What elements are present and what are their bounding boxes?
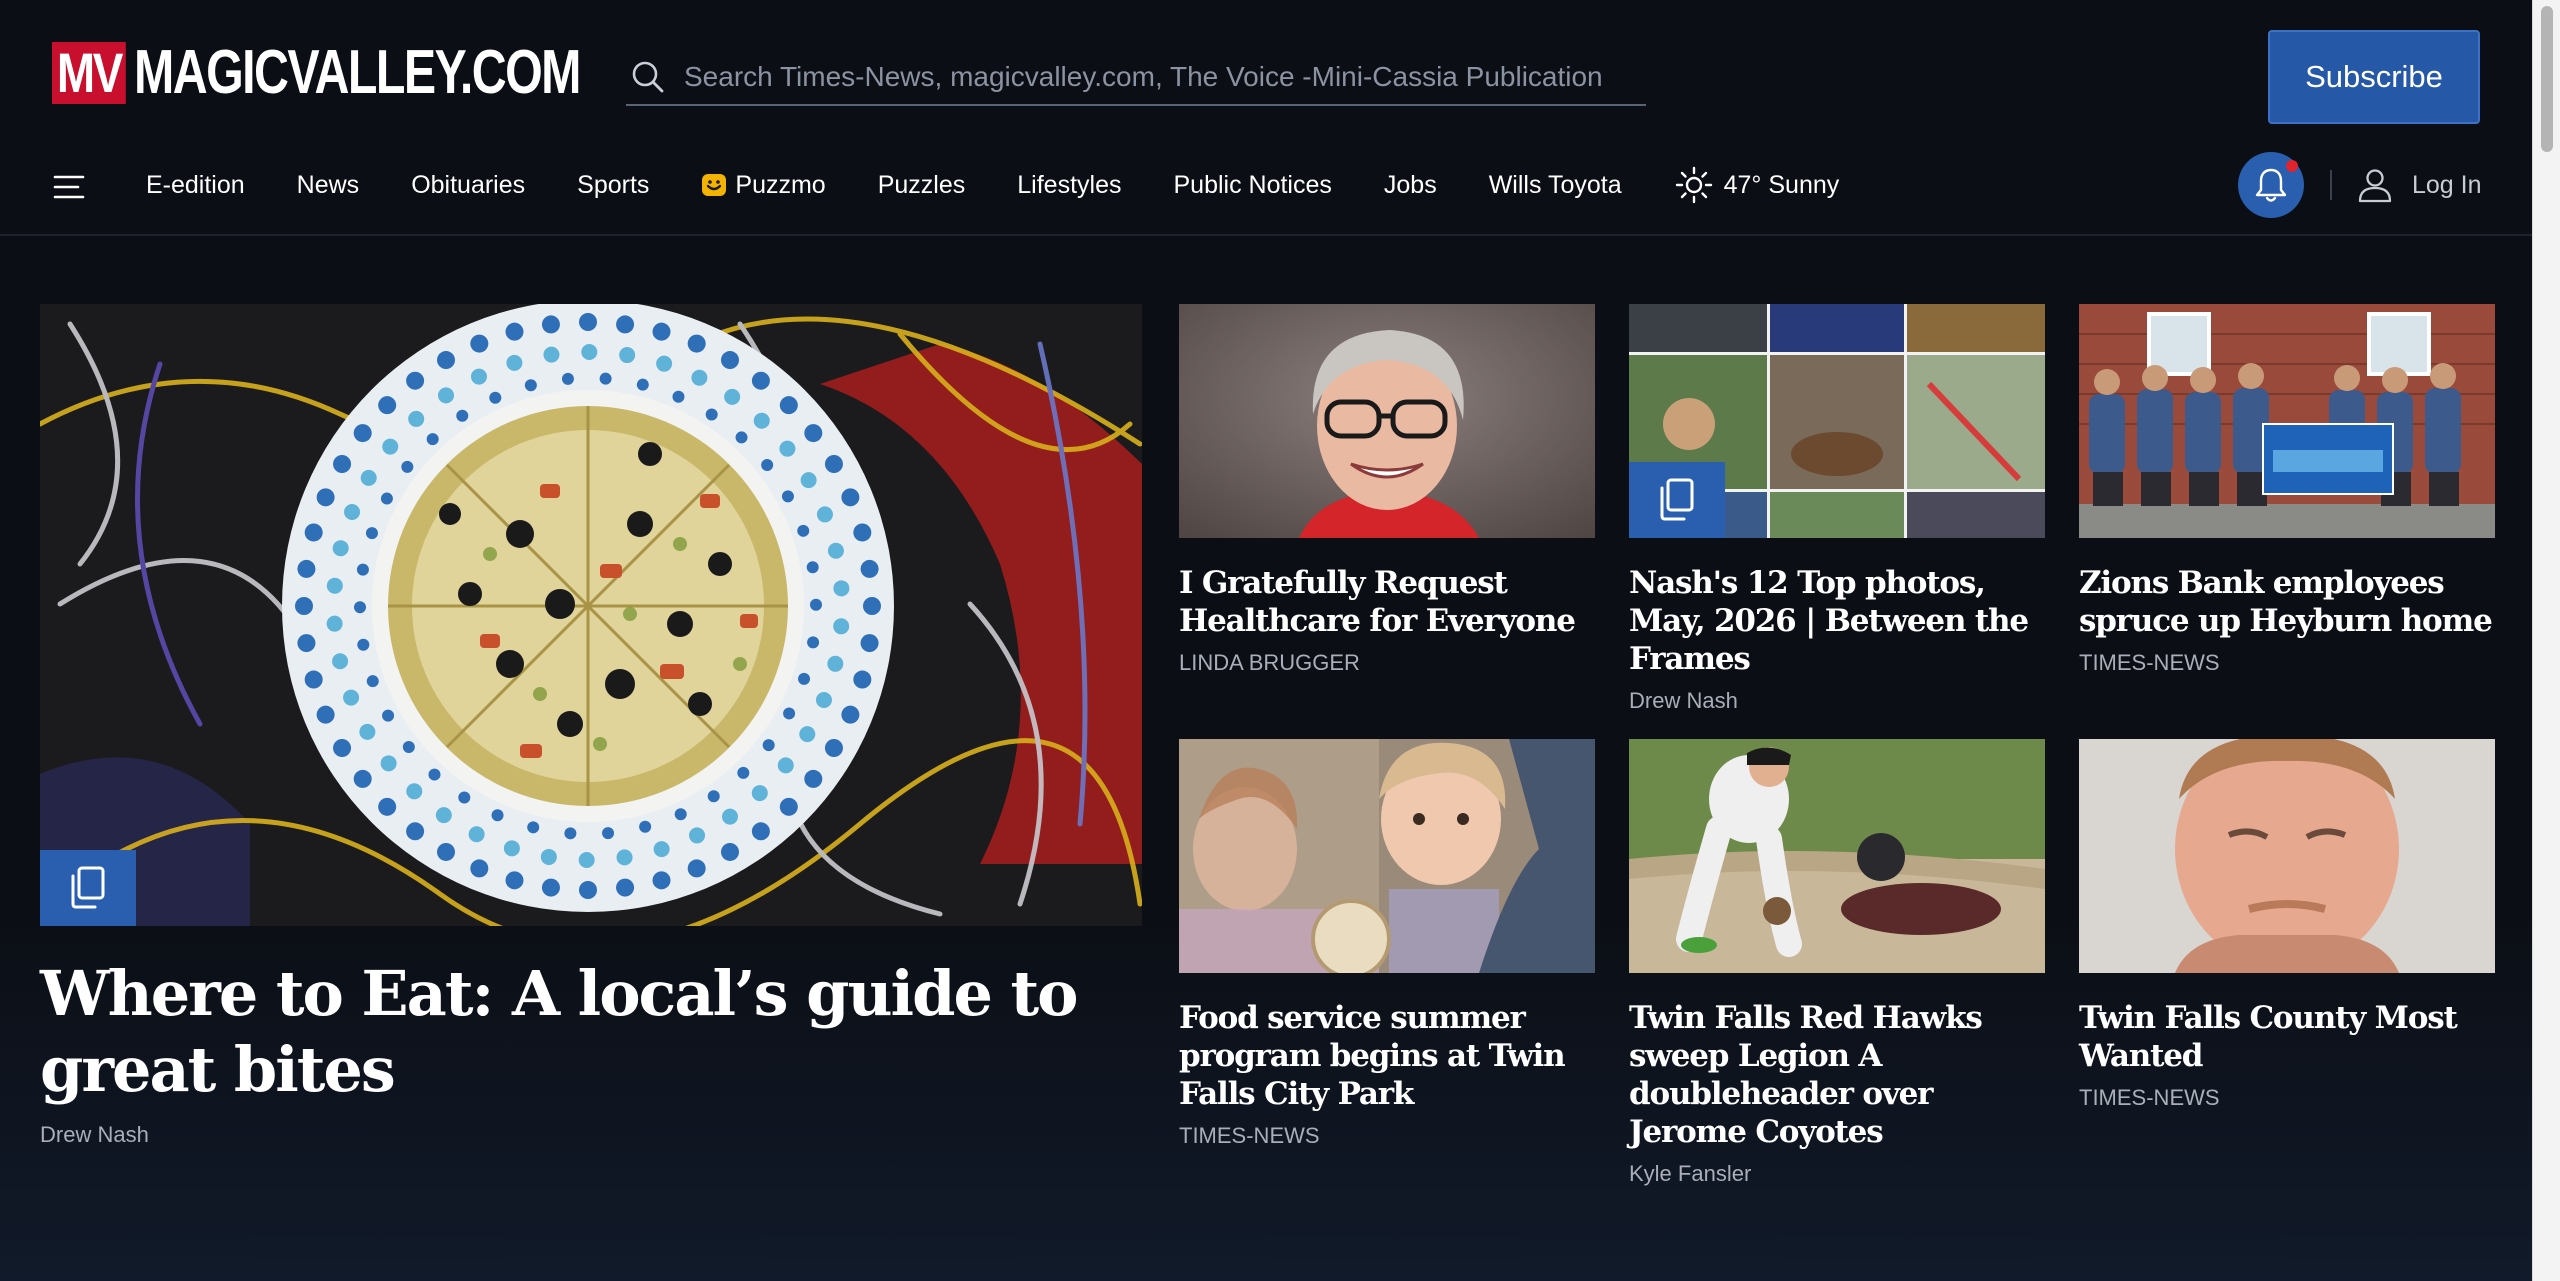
story-card-headline[interactable]: I Gratefully Request Healthcare for Ever…: [1179, 564, 1595, 640]
portrait-woman-photo: [1179, 304, 1595, 538]
story-card-headline[interactable]: Twin Falls County Most Wanted: [2079, 999, 2495, 1075]
search-input[interactable]: [668, 52, 1646, 102]
nav-item-obituaries[interactable]: Obituaries: [411, 171, 525, 200]
mugshot-photo: [2079, 739, 2495, 973]
hamburger-menu-icon[interactable]: [52, 170, 86, 204]
nav-item-news[interactable]: News: [297, 171, 360, 200]
story-card-image[interactable]: [2079, 739, 2495, 973]
story-card: Twin Falls Red Hawks sweep Legion A doub…: [1629, 739, 2045, 1187]
lead-story-byline: Drew Nash: [40, 1122, 149, 1147]
story-card: I Gratefully Request Healthcare for Ever…: [1179, 304, 1595, 676]
subscribe-button[interactable]: Subscribe: [2268, 30, 2480, 124]
nav-item-sports[interactable]: Sports: [577, 171, 649, 200]
story-card-byline: LINDA BRUGGER: [1179, 650, 1360, 675]
lead-story-image[interactable]: [40, 304, 1142, 926]
story-card: Nash's 12 Top photos, May, 2026 | Betwee…: [1629, 304, 2045, 714]
nav-divider: [2330, 170, 2332, 200]
gallery-badge: [40, 850, 136, 926]
children-photo: [1179, 739, 1595, 973]
bell-icon: [2255, 168, 2287, 202]
main-nav: E-edition News Obituaries Sports Puzzmo …: [0, 148, 2532, 236]
site-logo[interactable]: MV MAGICVALLEY.COM: [52, 40, 706, 106]
gallery-icon: [71, 866, 105, 909]
story-card-headline[interactable]: Nash's 12 Top photos, May, 2026 | Betwee…: [1629, 564, 2045, 678]
sun-icon: [1675, 166, 1712, 204]
logo-mark: MV: [52, 42, 126, 104]
notifications-button[interactable]: [2238, 152, 2304, 218]
story-card-image[interactable]: [1629, 304, 2045, 538]
login-label: Log In: [2412, 170, 2482, 199]
notification-dot: [2286, 160, 2298, 172]
search-icon[interactable]: [628, 57, 668, 97]
gallery-icon: [1660, 478, 1694, 521]
story-card: Food service summer program begins at Tw…: [1179, 739, 1595, 1149]
weather-text: 47° Sunny: [1723, 170, 1840, 199]
story-card-image[interactable]: [1179, 304, 1595, 538]
story-card-image[interactable]: [2079, 304, 2495, 538]
story-card-image[interactable]: [1629, 739, 2045, 973]
page-scrollbar[interactable]: [2532, 0, 2560, 1281]
nav-item-puzzmo-label: Puzzmo: [735, 170, 826, 199]
story-card-byline: TIMES-NEWS: [2079, 1085, 2220, 1110]
story-card: Twin Falls County Most Wanted TIMES-NEWS: [2079, 739, 2495, 1111]
site-header: MV MAGICVALLEY.COM Subscribe: [0, 0, 2532, 148]
logo-text: MAGICVALLEY.COM: [134, 38, 581, 107]
scrollbar-thumb[interactable]: [2541, 6, 2553, 152]
weather-widget[interactable]: 47° Sunny: [1674, 165, 1840, 205]
story-card: Zions Bank employees spruce up Heyburn h…: [2079, 304, 2495, 676]
search-bar: [626, 50, 1646, 106]
story-card-byline: TIMES-NEWS: [2079, 650, 2220, 675]
puzzmo-icon: [702, 174, 727, 196]
nav-item-wills-toyota[interactable]: Wills Toyota: [1489, 171, 1622, 200]
gallery-badge: [1629, 462, 1725, 538]
story-card-byline: TIMES-NEWS: [1179, 1123, 1320, 1148]
group-photo: [2079, 304, 2495, 538]
story-card-headline[interactable]: Food service summer program begins at Tw…: [1179, 999, 1595, 1113]
story-card-image[interactable]: [1179, 739, 1595, 973]
story-card-headline[interactable]: Twin Falls Red Hawks sweep Legion A doub…: [1629, 999, 2045, 1151]
pizza-photo: [40, 304, 1142, 926]
nav-item-public-notices[interactable]: Public Notices: [1173, 171, 1331, 200]
page: MV MAGICVALLEY.COM Subscribe E-edition N…: [0, 0, 2560, 1281]
story-card-byline: Kyle Fansler: [1629, 1161, 1752, 1186]
nav-item-jobs[interactable]: Jobs: [1384, 171, 1437, 200]
story-card-byline: Drew Nash: [1629, 688, 1738, 713]
user-icon: [2358, 169, 2392, 203]
lead-story: Where to Eat: A local’s guide to great b…: [40, 304, 1142, 1148]
login-link[interactable]: Log In: [2356, 164, 2482, 206]
nav-item-puzzmo[interactable]: Puzzmo: [701, 170, 826, 200]
story-card-headline[interactable]: Zions Bank employees spruce up Heyburn h…: [2079, 564, 2495, 640]
nav-item-lifestyles[interactable]: Lifestyles: [1017, 171, 1121, 200]
baseball-photo: [1629, 739, 2045, 973]
lead-story-headline[interactable]: Where to Eat: A local’s guide to great b…: [40, 956, 1142, 1108]
nav-item-e-edition[interactable]: E-edition: [146, 171, 245, 200]
nav-item-puzzles[interactable]: Puzzles: [878, 171, 966, 200]
nav-links: E-edition News Obituaries Sports Puzzmo …: [146, 148, 1839, 222]
